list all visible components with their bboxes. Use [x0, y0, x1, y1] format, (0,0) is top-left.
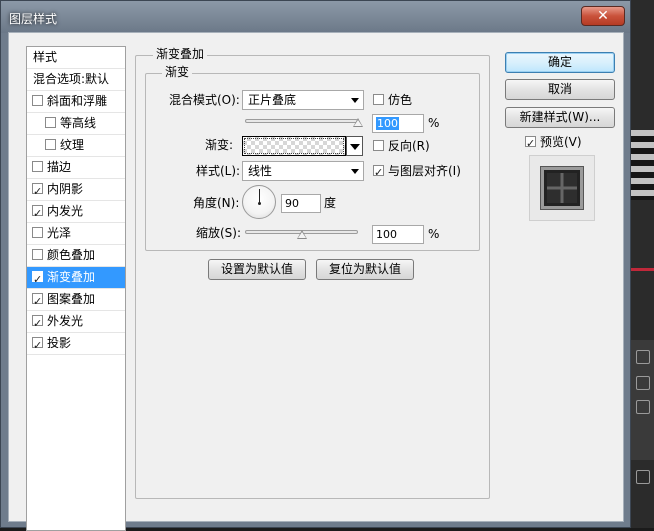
style-item-label: 内发光 [47, 204, 84, 218]
style-label: 样式(L): [196, 164, 241, 178]
style-item-label: 外发光 [47, 314, 84, 328]
new-style-button[interactable]: 新建样式(W)... [505, 107, 615, 128]
gradient-subgroup-title: 渐变 [162, 65, 193, 79]
preview-swatch [541, 167, 583, 209]
style-item[interactable]: 图案叠加 [27, 289, 125, 312]
gradient-label: 渐变: [205, 138, 234, 152]
style-item[interactable]: 描边 [27, 157, 125, 179]
style-item-checkbox[interactable] [32, 313, 43, 334]
style-item[interactable]: 纹理 [27, 135, 125, 157]
angle-dial-center [258, 202, 261, 205]
background-camera-icon [636, 376, 650, 390]
style-item-label: 描边 [47, 160, 72, 174]
style-item[interactable]: 内发光 [27, 201, 125, 224]
gradient-overlay-title: 渐变叠加 [153, 47, 208, 61]
style-item-label: 光泽 [47, 226, 72, 240]
style-item-checkbox[interactable] [32, 227, 43, 238]
style-item[interactable]: 外发光 [27, 311, 125, 334]
style-item-label: 图案叠加 [47, 292, 96, 306]
scale-unit: % [428, 227, 440, 241]
dither-label: 仿色 [388, 93, 413, 107]
style-item-label: 纹理 [60, 138, 85, 152]
style-item-label: 斜面和浮雕 [47, 94, 108, 108]
scale-slider-thumb[interactable] [296, 230, 307, 239]
opacity-input[interactable]: 100 [372, 114, 424, 133]
style-item-checkbox[interactable] [32, 203, 43, 224]
dither-checkbox[interactable] [373, 94, 384, 105]
style-preview-thumbnail [529, 155, 595, 221]
angle-dial[interactable] [242, 185, 276, 219]
style-item-checkbox[interactable] [32, 181, 43, 202]
style-list: 样式 混合选项:默认 斜面和浮雕等高线纹理描边内阴影内发光光泽颜色叠加渐变叠加图… [26, 46, 126, 531]
preview-checkbox[interactable] [525, 134, 536, 154]
style-item-checkbox[interactable] [32, 291, 43, 312]
reverse-checkbox-row[interactable]: 反向(R) [373, 136, 430, 156]
dither-checkbox-row[interactable]: 仿色 [373, 90, 412, 110]
dialog-body: 样式 混合选项:默认 斜面和浮雕等高线纹理描边内阴影内发光光泽颜色叠加渐变叠加图… [8, 32, 624, 531]
angle-needle [259, 189, 260, 203]
style-list-header[interactable]: 样式 [27, 47, 125, 69]
preview-label: 预览(V) [540, 135, 582, 149]
reverse-label: 反向(R) [388, 139, 430, 153]
title-bar[interactable]: 图层样式 ✕ [1, 1, 630, 33]
close-button[interactable]: ✕ [581, 6, 625, 26]
angle-input[interactable]: 90 [281, 194, 321, 213]
background-tool-icon [636, 400, 650, 414]
align-with-layer-checkbox[interactable] [373, 163, 384, 183]
reset-default-button[interactable]: 复位为默认值 [316, 259, 414, 280]
chevron-down-icon [351, 98, 359, 103]
dialog-title: 图层样式 [9, 12, 58, 26]
align-checkbox-row[interactable]: 与图层对齐(I) [373, 161, 461, 183]
style-value: 线性 [248, 164, 273, 178]
style-item-checkbox[interactable] [32, 335, 43, 356]
make-default-button[interactable]: 设置为默认值 [208, 259, 306, 280]
style-item-checkbox[interactable] [32, 249, 43, 260]
style-item-checkbox[interactable] [45, 117, 56, 128]
style-item-label: 等高线 [60, 116, 97, 130]
opacity-value: 100 [376, 117, 399, 130]
blend-mode-label: 混合模式(O): [169, 93, 240, 107]
scale-input[interactable]: 100 [372, 225, 424, 244]
preview-checkbox-row[interactable]: 预览(V) [525, 132, 582, 154]
background-add-icon [636, 470, 650, 484]
style-item[interactable]: 颜色叠加 [27, 245, 125, 267]
ok-button[interactable]: 确定 [505, 52, 615, 73]
align-label: 与图层对齐(I) [388, 164, 461, 178]
blend-options-item[interactable]: 混合选项:默认 [27, 69, 125, 91]
style-item-checkbox[interactable] [32, 269, 43, 290]
gradient-preview-swatch[interactable] [242, 136, 346, 156]
chevron-down-icon [350, 144, 360, 150]
opacity-slider-track[interactable] [245, 119, 358, 123]
angle-unit: 度 [324, 196, 337, 210]
style-item-label: 投影 [47, 336, 72, 350]
chevron-down-icon [351, 169, 359, 174]
style-item[interactable]: 斜面和浮雕 [27, 91, 125, 113]
scale-label: 缩放(S): [196, 226, 242, 240]
style-item-label: 内阴影 [47, 182, 84, 196]
background-layer-icon [636, 350, 650, 364]
style-item[interactable]: 渐变叠加 [27, 267, 125, 290]
style-item[interactable]: 等高线 [27, 113, 125, 135]
background-canvas-strip [630, 130, 654, 200]
style-select[interactable]: 线性 [242, 161, 364, 181]
style-item-checkbox[interactable] [32, 95, 43, 106]
style-item-label: 渐变叠加 [47, 270, 96, 284]
cancel-button[interactable]: 取消 [505, 79, 615, 100]
angle-label: 角度(N): [193, 196, 240, 210]
opacity-slider-thumb[interactable] [353, 118, 363, 127]
style-item-checkbox[interactable] [45, 139, 56, 150]
style-item[interactable]: 投影 [27, 333, 125, 356]
reverse-checkbox[interactable] [373, 140, 384, 151]
background-accent-line [630, 268, 654, 271]
style-item-label: 颜色叠加 [47, 248, 96, 262]
opacity-unit: % [428, 116, 440, 130]
gradient-dropdown-button[interactable] [346, 136, 363, 156]
style-item[interactable]: 内阴影 [27, 179, 125, 202]
style-item-checkbox[interactable] [32, 161, 43, 172]
blend-mode-value: 正片叠底 [248, 93, 297, 107]
blend-mode-select[interactable]: 正片叠底 [242, 90, 364, 110]
layer-style-dialog: 图层样式 ✕ 样式 混合选项:默认 斜面和浮雕等高线纹理描边内阴影内发光光泽颜色… [0, 0, 631, 531]
style-item[interactable]: 光泽 [27, 223, 125, 245]
